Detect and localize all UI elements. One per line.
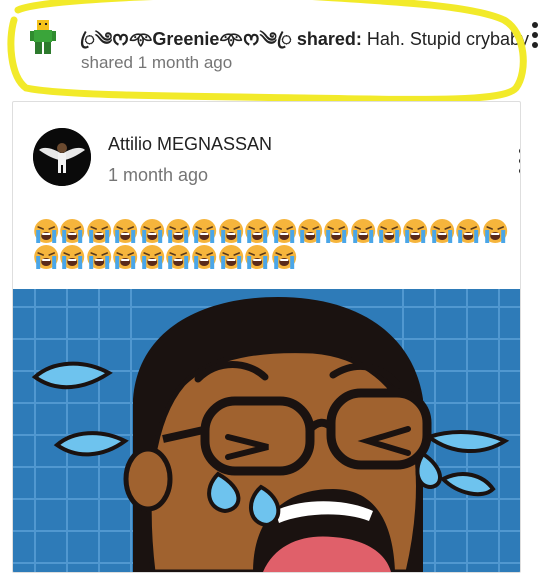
- loudly-crying-face-icon: [350, 219, 375, 243]
- loudly-crying-face-icon: [324, 219, 349, 243]
- loudly-crying-face-icon: [166, 245, 191, 269]
- share-more-icon[interactable]: [531, 22, 539, 52]
- loudly-crying-face-icon: [298, 219, 323, 243]
- emoji-row-1: [33, 218, 508, 246]
- emoji-row-2: [33, 244, 297, 272]
- post-timestamp: 1 month ago: [108, 165, 209, 185]
- share-header: ꦿ༄ᰔ𖥸Greenie𖥸ᰔ༄ꦿ shared: Hah. Stupid cryb…: [0, 0, 560, 102]
- loudly-crying-face-icon: [60, 245, 85, 269]
- loudly-crying-face-icon: [271, 245, 296, 269]
- cartoon-ear: [123, 446, 173, 512]
- loudly-crying-face-icon: [139, 245, 164, 269]
- loudly-crying-face-icon: [34, 245, 59, 269]
- post-author-avatar[interactable]: [33, 128, 91, 186]
- share-user-name[interactable]: ꦿ༄ᰔ𖥸Greenie𖥸ᰔ༄ꦿ: [80, 29, 292, 49]
- loudly-crying-face-icon: [113, 219, 138, 243]
- loudly-crying-face-icon: [245, 219, 270, 243]
- loudly-crying-face-icon: [139, 219, 164, 243]
- share-avatar[interactable]: [30, 20, 56, 54]
- loudly-crying-face-icon: [166, 219, 191, 243]
- loudly-crying-face-icon: [482, 219, 507, 243]
- loudly-crying-face-icon: [192, 245, 217, 269]
- share-message: Hah. Stupid crybaby: [366, 29, 529, 49]
- loudly-crying-face-icon: [430, 219, 455, 243]
- loudly-crying-face-icon: [34, 219, 59, 243]
- loudly-crying-face-icon: [192, 219, 217, 243]
- post-more-icon[interactable]: [518, 148, 520, 178]
- loudly-crying-face-icon: [377, 219, 402, 243]
- post-card: Attilio MEGNASSAN 1 month ago: [12, 101, 521, 573]
- loudly-crying-face-icon: [86, 219, 111, 243]
- post-image[interactable]: [13, 289, 520, 572]
- loudly-crying-face-icon: [113, 245, 138, 269]
- loudly-crying-face-icon: [60, 219, 85, 243]
- loudly-crying-face-icon: [456, 219, 481, 243]
- loudly-crying-face-icon: [271, 219, 296, 243]
- shared-label: shared:: [296, 29, 362, 49]
- loudly-crying-face-icon: [86, 245, 111, 269]
- loudly-crying-face-icon: [245, 245, 270, 269]
- post-author-name[interactable]: Attilio MEGNASSAN: [108, 134, 272, 155]
- share-timestamp: shared 1 month ago: [81, 53, 233, 72]
- loudly-crying-face-icon: [218, 245, 243, 269]
- loudly-crying-face-icon: [218, 219, 243, 243]
- loudly-crying-face-icon: [403, 219, 428, 243]
